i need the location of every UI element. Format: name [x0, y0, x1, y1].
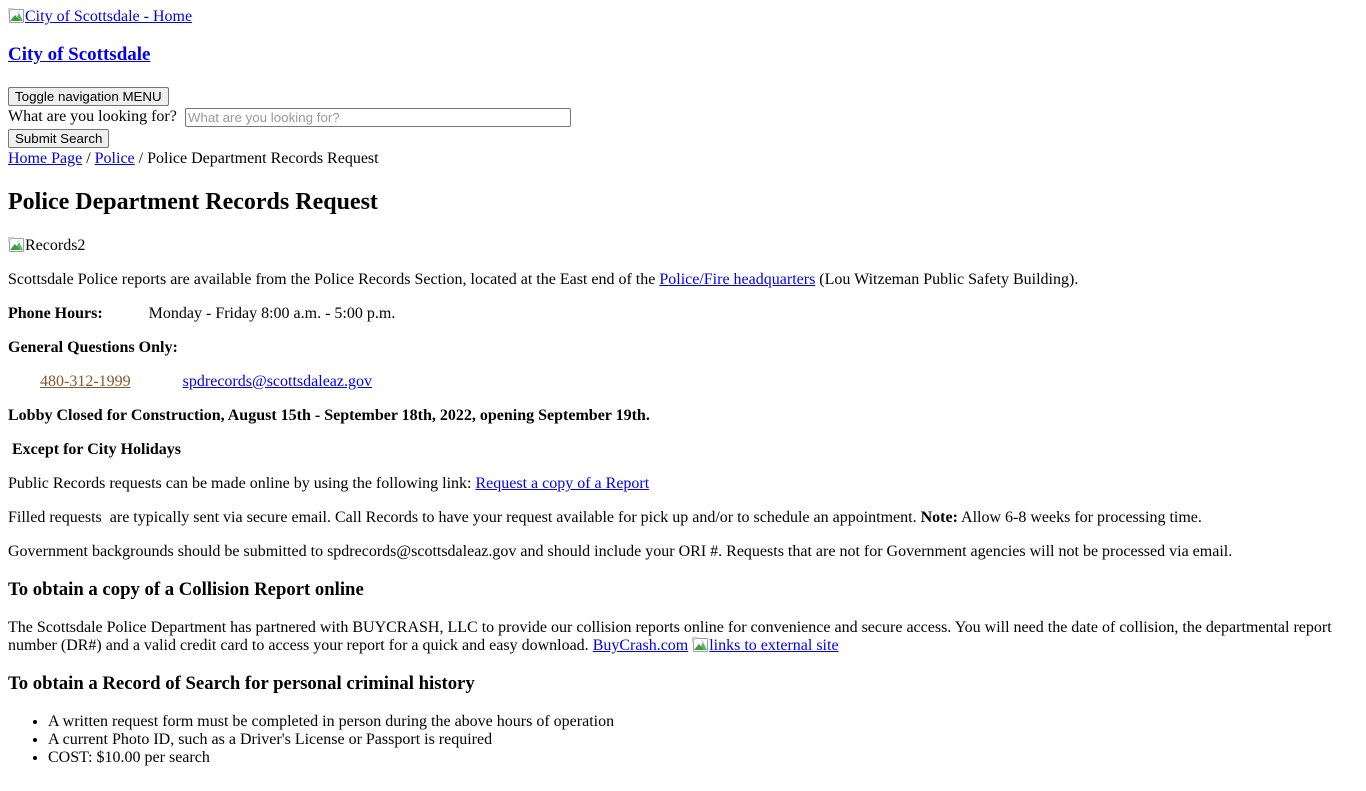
collision-report-heading: To obtain a copy of a Collision Report o… — [8, 579, 364, 600]
site-title-link[interactable]: City of Scottsdale — [8, 44, 150, 65]
breadcrumb: Home Page / Police / Police Department R… — [8, 150, 1358, 168]
records-email-link[interactable]: spdrecords@scottsdaleaz.gov — [183, 373, 372, 390]
submit-search-row: Submit Search — [8, 129, 1358, 148]
collision-report-paragraph: The Scottsdale Police Department has par… — [8, 619, 1358, 655]
broken-image-icon — [692, 637, 709, 653]
submit-search-button[interactable]: Submit Search — [8, 129, 110, 148]
note-label: Note: — [920, 509, 958, 526]
toggle-navigation-button[interactable]: Toggle navigation MENU — [8, 87, 169, 106]
public-records-text: Public Records requests can be made onli… — [8, 475, 476, 492]
site-logo-row: City of Scottsdale - Home — [8, 8, 1358, 26]
breadcrumb-item-home-page[interactable]: Home Page — [8, 150, 82, 167]
intro-text-after-link: (Lou Witzeman Public Safety Building). — [815, 271, 1079, 288]
lobby-closed-notice: Lobby Closed for Construction, August 15… — [8, 407, 650, 424]
request-copy-of-report-link[interactable]: Request a copy of a Report — [475, 475, 649, 492]
page-container: City of Scottsdale - Home City of Scotts… — [0, 0, 1366, 791]
page-title: Police Department Records Request — [8, 189, 378, 215]
filled-requests-text-part1: Filled requests are typically sent via s… — [8, 509, 921, 526]
phone-hours-value: Monday - Friday 8:00 a.m. - 5:00 p.m. — [148, 305, 396, 322]
police-fire-headquarters-link[interactable]: Police/Fire headquarters — [659, 271, 815, 288]
search-input[interactable] — [184, 108, 571, 127]
public-records-paragraph: Public Records requests can be made onli… — [8, 475, 1358, 493]
breadcrumb-separator: / — [134, 150, 148, 167]
external-site-link[interactable]: links to external site — [692, 637, 839, 654]
intro-text-before-link: Scottsdale Police reports are available … — [8, 271, 660, 288]
breadcrumb-item-police[interactable]: Police — [95, 150, 135, 167]
contact-row: 480-312-1999 spdrecords@scottsdaleaz.gov — [8, 373, 1358, 391]
filled-requests-paragraph: Filled requests are typically sent via s… — [8, 509, 1358, 527]
list-item: COST: $10.00 per search — [48, 749, 1358, 767]
nav-toggle-row: Toggle navigation MENU — [8, 87, 1358, 106]
list-item: A written request form must be completed… — [48, 713, 1358, 731]
intro-paragraph: Scottsdale Police reports are available … — [8, 271, 1358, 289]
breadcrumb-separator: / — [82, 150, 95, 167]
broken-image-icon — [8, 237, 24, 253]
broken-image-icon — [8, 8, 24, 24]
buycrash-link[interactable]: BuyCrash.com — [593, 637, 689, 654]
external-site-alt-text: links to external site — [709, 637, 839, 654]
records-phone-link[interactable]: 480-312-1999 — [40, 373, 131, 390]
list-item: A current Photo ID, such as a Driver's L… — [48, 731, 1358, 749]
record-of-search-list: A written request form must be completed… — [8, 713, 1358, 767]
search-label: What are you looking for? — [8, 108, 177, 126]
search-row: What are you looking for? — [8, 108, 1358, 127]
site-title: City of Scottsdale — [8, 44, 1358, 66]
site-logo-link[interactable]: City of Scottsdale - Home — [8, 8, 192, 25]
record-of-search-heading: To obtain a Record of Search for persona… — [8, 673, 475, 694]
government-backgrounds-paragraph: Government backgrounds should be submitt… — [8, 543, 1233, 560]
city-holidays-notice: Except for City Holidays — [8, 441, 182, 458]
general-questions-heading: General Questions Only: — [8, 339, 178, 356]
phone-hours-label: Phone Hours: — [8, 305, 103, 322]
phone-hours-row: Phone Hours: Monday - Friday 8:00 a.m. - … — [8, 305, 1358, 323]
filled-requests-text-part2: Allow 6-8 weeks for processing time. — [957, 509, 1202, 526]
records-image-alt-text: Records2 — [25, 237, 86, 254]
breadcrumb-item-current: Police Department Records Request — [147, 150, 379, 167]
site-logo-alt-text: City of Scottsdale - Home — [25, 8, 193, 25]
records-image-row: Records2 — [8, 237, 1358, 255]
